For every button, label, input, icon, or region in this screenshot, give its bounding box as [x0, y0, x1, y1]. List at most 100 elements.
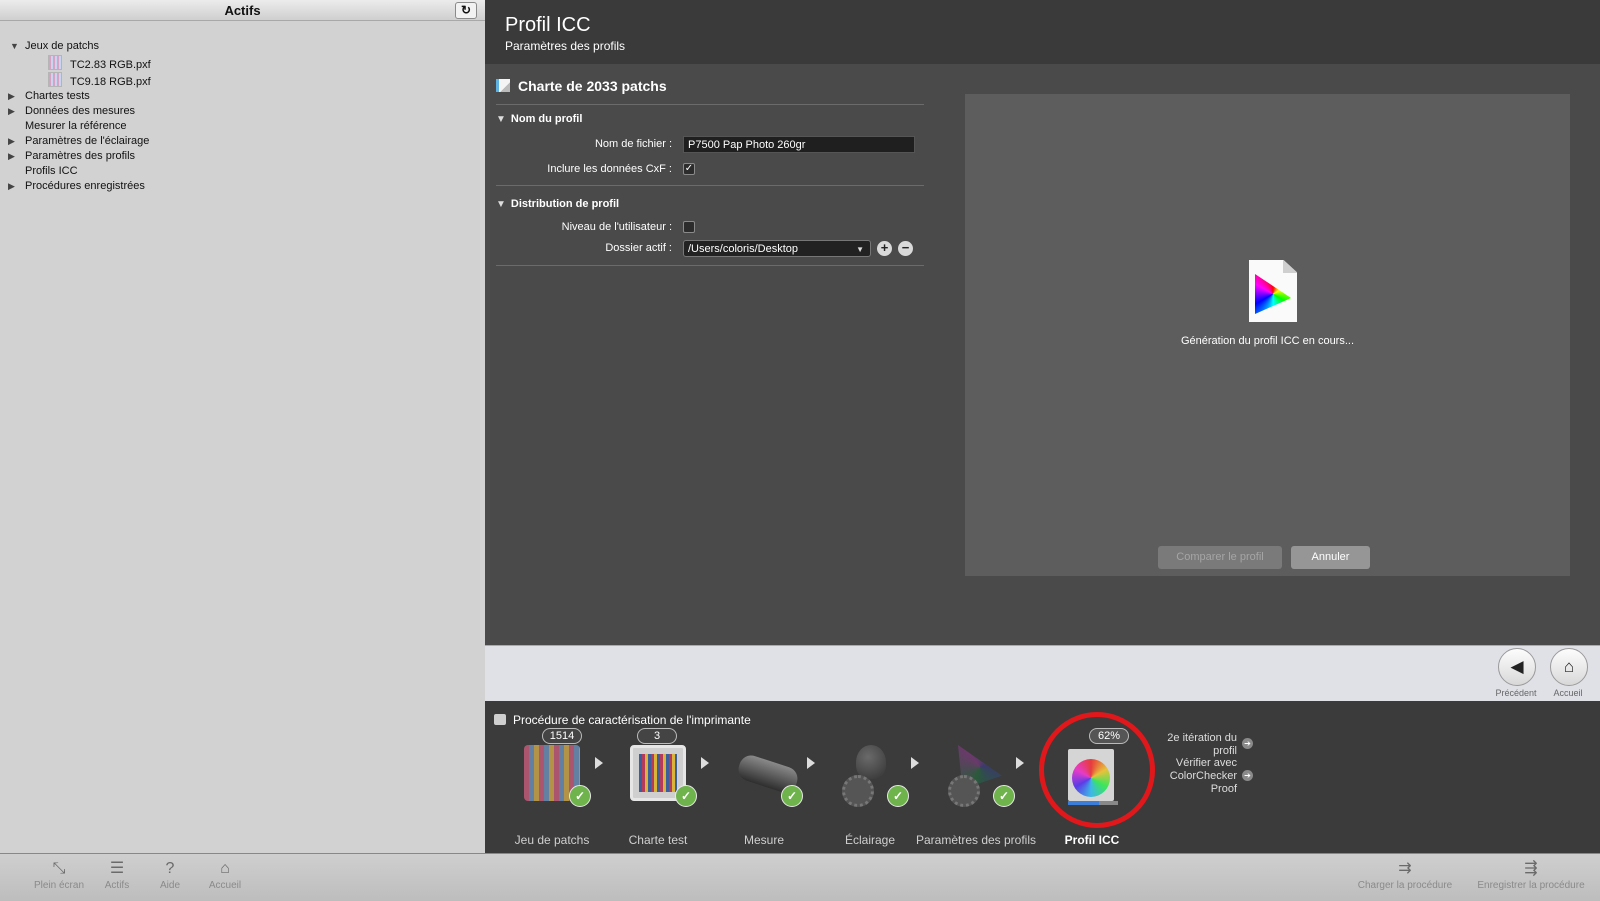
divider [496, 185, 924, 186]
step-label: Profil ICC [1064, 833, 1120, 847]
printer-icon [494, 714, 506, 725]
check-icon: ✓ [781, 785, 803, 807]
tree-item-saved-procedures[interactable]: ▶ Procédures enregistrées [8, 178, 145, 194]
save-procedure-button[interactable]: ⇶ Enregistrer la procédure [1470, 860, 1592, 891]
save-procedure-icon: ⇶ [1524, 860, 1538, 877]
remove-folder-button[interactable]: − [898, 241, 913, 256]
disclosure-collapsed-icon[interactable]: ▶ [8, 148, 15, 164]
back-button[interactable]: ◀ [1498, 648, 1536, 686]
workflow-panel: Procédure de caractérisation de l'imprim… [485, 701, 1600, 853]
arrow-right-circle-icon[interactable]: ➔ [1242, 738, 1253, 749]
section-label: Nom du profil [510, 113, 583, 125]
tree-item-file[interactable]: TC2.83 RGB.pxf [48, 55, 151, 71]
tree-item-label: Chartes tests [25, 90, 90, 102]
tree-item-label: Paramètres des profils [25, 150, 136, 162]
disclosure-expanded-icon[interactable]: ▼ [10, 38, 19, 54]
cancel-button[interactable]: Annuler [1291, 546, 1370, 569]
toolbar-label: Actifs [104, 880, 130, 891]
step-badge: 1514 [542, 728, 582, 744]
sidebar-title: Actifs [224, 3, 261, 18]
section-distribution[interactable]: ▼ Distribution de profil [496, 198, 619, 210]
tree-item-icc-profiles[interactable]: Profils ICC [25, 163, 78, 179]
home-icon: ⌂ [1563, 657, 1575, 676]
home-toolbar-button[interactable]: ⌂ Accueil [190, 860, 260, 891]
refresh-icon[interactable]: ↻ [455, 2, 477, 19]
next-iteration-link[interactable]: 2e itération du profil [1155, 732, 1237, 758]
toolbar-label: Accueil [208, 880, 242, 891]
step-badge: 3 [637, 728, 677, 744]
filename-field[interactable]: P7500 Pap Photo 260gr [683, 136, 915, 153]
compare-profile-button[interactable]: Comparer le profil [1158, 546, 1282, 569]
arrow-right-icon [1016, 757, 1024, 769]
arrow-right-circle-icon[interactable]: ➔ [1242, 770, 1253, 781]
cxf-checkbox[interactable]: ✓ [683, 163, 695, 175]
color-gamut-icon [1255, 274, 1291, 314]
page-fold [1283, 260, 1297, 273]
chart-document-icon [496, 79, 510, 92]
tree-item-label: TC9.18 RGB.pxf [70, 76, 151, 88]
home-button[interactable]: ⌂ [1550, 648, 1588, 686]
disclosure-collapsed-icon[interactable]: ▶ [8, 178, 15, 194]
check-icon: ✓ [887, 785, 909, 807]
tree-item-measure-reference[interactable]: Mesurer la référence [25, 118, 127, 134]
profile-preview-panel: Génération du profil ICC en cours... Com… [965, 94, 1570, 576]
home-icon: ⌂ [220, 860, 230, 877]
page-subtitle: Paramètres des profils [505, 39, 626, 53]
filename-label: Nom de fichier : [594, 138, 672, 150]
gear-shape [842, 775, 874, 807]
disclosure-collapsed-icon[interactable]: ▶ [8, 133, 15, 149]
main-content: Charte de 2033 patchs ▼ Nom du profil Nom… [485, 64, 1600, 645]
page-title: Profil ICC [505, 14, 591, 36]
add-folder-button[interactable]: + [877, 241, 892, 256]
sidebar-header: Actifs ↻ [0, 0, 485, 21]
verify-colorchecker-link[interactable]: Vérifier avec ColorChecker Proof [1145, 757, 1237, 796]
highlight-ring [1039, 712, 1155, 828]
tree-item-label: Données des mesures [25, 105, 136, 117]
folder-label: Dossier actif : [605, 242, 672, 254]
cxf-label: Inclure les données CxF : [547, 163, 672, 175]
disclosure-expanded-icon[interactable]: ▼ [496, 199, 506, 210]
tree-item-label: Mesurer la référence [25, 120, 127, 132]
tree-item-label: TC2.83 RGB.pxf [70, 59, 151, 71]
toolbar-label: Plein écran [33, 880, 85, 891]
load-procedure-button[interactable]: ⇉ Charger la procédure [1350, 860, 1460, 891]
disclosure-collapsed-icon[interactable]: ▶ [8, 88, 15, 104]
arrow-right-icon [911, 757, 919, 769]
chart-swatches [639, 754, 677, 792]
disclosure-collapsed-icon[interactable]: ▶ [8, 103, 15, 119]
divider [496, 265, 924, 266]
active-folder-select[interactable]: /Users/coloris/Desktop ▼ [683, 240, 871, 257]
arrow-right-icon [701, 757, 709, 769]
tree-item-label: Jeux de patchs [25, 40, 99, 52]
gear-shape [948, 775, 980, 807]
tree-item-label: Procédures enregistrées [25, 180, 145, 192]
back-arrow-icon: ◀ [1510, 657, 1524, 676]
tree-item-profile-settings[interactable]: ▶ Paramètres des profils [8, 148, 135, 164]
assets-sidebar: Actifs ↻ ▼ Jeux de patchs TC2.83 RGB.pxf… [0, 0, 486, 853]
toolbar-label: Aide [159, 880, 180, 891]
bulb-shape [856, 745, 886, 779]
tree-item-measurement-data[interactable]: ▶ Données des mesures [8, 103, 135, 119]
toolbar-label: Charger la procédure [1357, 880, 1453, 891]
navigation-strip: ◀ Précédent ⌂ Accueil [485, 645, 1600, 702]
tree-item-lighting-settings[interactable]: ▶ Paramètres de l'éclairage [8, 133, 149, 149]
section-profile-name[interactable]: ▼ Nom du profil [496, 113, 582, 125]
tree-item-test-charts[interactable]: ▶ Chartes tests [8, 88, 90, 104]
chart-title: Charte de 2033 patchs [496, 78, 924, 105]
patch-file-icon [48, 72, 62, 87]
tree-item-label: Paramètres de l'éclairage [25, 135, 150, 147]
tree-item-patch-sets[interactable]: ▼ Jeux de patchs [10, 38, 99, 54]
check-icon: ✓ [675, 785, 697, 807]
main-header: Profil ICC Paramètres des profils [485, 0, 1600, 64]
chevron-down-icon: ▼ [856, 245, 864, 254]
workflow-title: Procédure de caractérisation de l'imprim… [513, 713, 751, 727]
tree-item-file[interactable]: TC9.18 RGB.pxf [48, 72, 151, 88]
back-label: Précédent [1495, 688, 1537, 698]
user-level-label: Niveau de l'utilisateur : [561, 221, 672, 233]
toolbar-label: Enregistrer la procédure [1477, 880, 1585, 891]
user-level-checkbox[interactable] [683, 221, 695, 233]
check-icon: ✓ [569, 785, 591, 807]
folder-value: /Users/coloris/Desktop [688, 243, 799, 255]
tree-item-label: Profils ICC [25, 165, 78, 177]
disclosure-expanded-icon[interactable]: ▼ [496, 114, 506, 125]
